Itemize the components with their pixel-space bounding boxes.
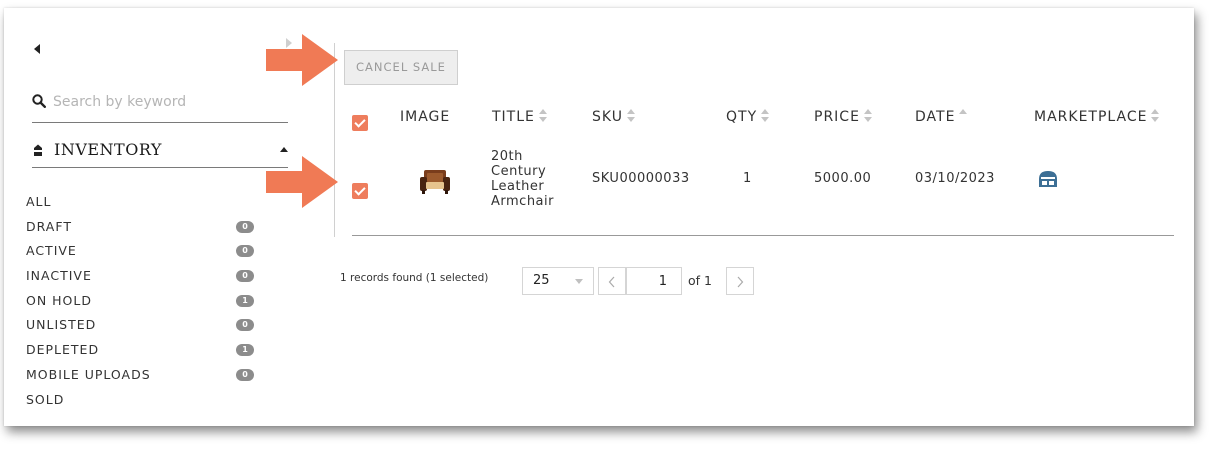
sidebar-item-sold[interactable]: SOLD — [26, 388, 266, 413]
row-date: 03/10/2023 — [915, 171, 995, 186]
search-input[interactable] — [53, 92, 283, 112]
count-badge: 1 — [236, 344, 254, 357]
count-badge: 1 — [236, 294, 254, 307]
price-tag-icon — [32, 144, 44, 156]
page-total: of 1 — [688, 273, 712, 288]
row-divider — [352, 235, 1174, 236]
column-header-date[interactable]: DATE — [915, 109, 968, 125]
title-line: Leather — [491, 179, 545, 194]
column-header-marketplace[interactable]: MARKETPLACE — [1034, 109, 1160, 125]
sort-icon — [626, 109, 636, 123]
row-price: 5000.00 — [814, 171, 872, 186]
sidebar-item-on-hold[interactable]: ON HOLD 1 — [26, 289, 266, 314]
annotation-arrow-icon — [266, 34, 338, 86]
sidebar-item-label: INACTIVE — [26, 268, 92, 284]
title-line: 20th — [491, 149, 523, 164]
sidebar-item-depleted[interactable]: DEPLETED 1 — [26, 338, 266, 363]
next-page-button[interactable] — [726, 267, 754, 295]
chevron-left-icon — [608, 276, 615, 288]
sidebar-item-mobile-uploads[interactable]: MOBILE UPLOADS 0 — [26, 363, 266, 388]
column-header-label: QTY — [726, 109, 758, 125]
sidebar-item-label: ALL — [26, 194, 52, 209]
chevron-down-icon — [575, 279, 583, 284]
sidebar-item-label: ON HOLD — [26, 292, 92, 308]
status-filter-list: ALL DRAFT 0 ACTIVE 0 INACTIVE 0 ON HOLD 1 UN… — [26, 190, 266, 412]
annotation-arrow-icon — [266, 156, 338, 208]
count-badge: 0 — [236, 368, 254, 381]
column-header-label: DATE — [915, 109, 956, 125]
count-badge: 0 — [236, 245, 254, 258]
prev-page-button[interactable] — [598, 267, 626, 295]
sort-icon — [863, 109, 873, 123]
row-sku: SKU00000033 — [592, 171, 690, 186]
sort-icon — [761, 109, 770, 123]
column-header-label: MARKETPLACE — [1034, 109, 1148, 125]
inventory-section-header[interactable]: INVENTORY — [32, 138, 288, 168]
sort-icon — [538, 109, 548, 123]
count-badge: 0 — [236, 220, 254, 233]
records-count: 1 records found (1 selected) — [340, 272, 489, 284]
search-icon — [32, 94, 46, 108]
sort-icon — [1151, 109, 1160, 123]
sidebar-item-inactive[interactable]: INACTIVE 0 — [26, 264, 266, 289]
column-header-label: PRICE — [814, 109, 860, 125]
storefront-icon — [1039, 171, 1057, 187]
row-title: 20th Century Leather Armchair — [491, 149, 554, 209]
column-header-image: IMAGE — [400, 109, 451, 125]
sidebar-item-label: UNLISTED — [26, 317, 97, 333]
row-checkbox[interactable] — [352, 183, 368, 199]
app-window: INVENTORY ALL DRAFT 0 ACTIVE 0 INACTIVE 0 O… — [4, 8, 1194, 426]
column-header-qty[interactable]: QTY — [726, 109, 770, 125]
sidebar-item-label: SOLD — [26, 391, 65, 407]
page-size-value: 25 — [533, 273, 550, 288]
column-header-sku[interactable]: SKU — [592, 109, 636, 125]
sidebar-item-label: DRAFT — [26, 218, 72, 234]
chevron-right-icon — [737, 276, 744, 288]
sort-asc-icon — [959, 109, 968, 123]
sidebar-item-draft[interactable]: DRAFT 0 — [26, 215, 266, 240]
column-header-label: SKU — [592, 109, 623, 125]
column-header-price[interactable]: PRICE — [814, 109, 873, 125]
collapse-sidebar-icon[interactable] — [32, 42, 46, 56]
inventory-title: INVENTORY — [54, 140, 162, 159]
page-size-select[interactable]: 25 — [522, 267, 594, 295]
title-line: Armchair — [491, 194, 554, 209]
column-header-title[interactable]: TITLE — [492, 109, 548, 125]
armchair-thumbnail[interactable] — [420, 169, 450, 195]
search-bar — [32, 90, 288, 123]
page-number-input[interactable] — [626, 267, 682, 295]
sidebar-item-active[interactable]: ACTIVE 0 — [26, 239, 266, 264]
select-all-checkbox[interactable] — [352, 115, 368, 131]
title-line: Century — [491, 164, 547, 179]
count-badge: 0 — [236, 270, 254, 283]
sidebar-item-label: DEPLETED — [26, 342, 100, 358]
row-qty: 1 — [743, 171, 752, 186]
sidebar-item-label: ACTIVE — [26, 243, 77, 259]
count-badge: 0 — [236, 319, 254, 332]
sidebar-item-unlisted[interactable]: UNLISTED 0 — [26, 313, 266, 338]
sidebar-item-all[interactable]: ALL — [26, 190, 266, 215]
caret-up-icon — [280, 147, 288, 152]
cancel-sale-button[interactable]: CANCEL SALE — [344, 50, 458, 85]
sidebar-item-label: MOBILE UPLOADS — [26, 366, 151, 382]
column-header-label: TITLE — [492, 109, 535, 125]
